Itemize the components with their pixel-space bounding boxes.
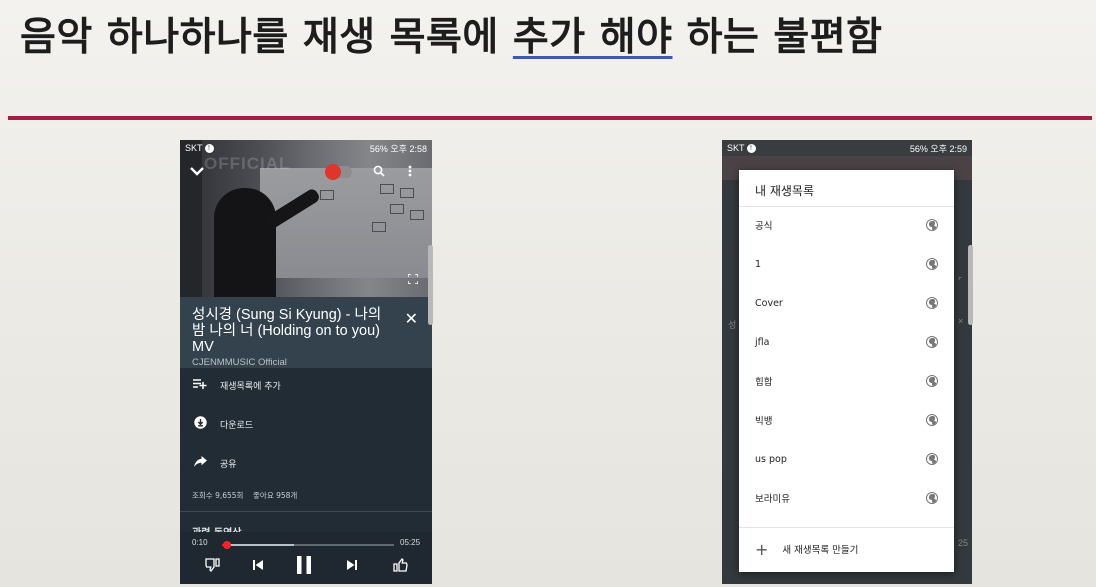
status-bar: SKT! 56% 오후 2:58	[180, 140, 432, 156]
background-fragment: 성	[728, 320, 737, 330]
view-count: 조회수 9,655회	[192, 491, 244, 500]
plus-icon: +	[755, 539, 769, 559]
fullscreen-icon[interactable]	[406, 272, 420, 286]
phone-screenshot-player: OFFICIAL SKT! 56% 오후 2:58 성시경 (Sung Si K…	[180, 140, 432, 584]
dislike-icon[interactable]	[198, 552, 226, 578]
like-count: 좋아요 958개	[253, 491, 298, 500]
duration: 05:25	[400, 538, 421, 547]
mini-player: 0:10 05:25	[180, 532, 432, 584]
slide-title: 음악 하나하나를 재생 목록에 추가 해야 하는 불편함	[20, 6, 883, 62]
playlist-item[interactable]: 보라미유	[739, 479, 954, 517]
menu-add-to-playlist-label: 재생목록에 추가	[220, 381, 281, 392]
background-fragment: ×	[958, 316, 964, 326]
title-divider	[8, 116, 1092, 120]
video-stats: 조회수 9,655회 좋아요 958개	[192, 490, 297, 501]
headphones-toggle[interactable]	[325, 164, 352, 180]
status-carrier: SKT	[185, 142, 203, 153]
playlist-item-label: 보라미유	[755, 494, 790, 505]
notification-icon: !	[204, 144, 214, 154]
dialog-title: 내 재생목록	[755, 184, 815, 198]
status-carrier-wrap: SKT!	[185, 142, 214, 154]
dialog-divider-bottom	[739, 527, 954, 528]
playlist-item-label: us pop	[755, 453, 787, 465]
playlist-item[interactable]: 빅뱅	[739, 401, 954, 439]
globe-icon	[926, 414, 938, 426]
stats-divider	[180, 511, 432, 512]
playlist-item-label: 힙합	[755, 377, 773, 388]
seek-handle[interactable]	[223, 541, 232, 549]
chevron-down-icon[interactable]	[186, 162, 208, 180]
playlist-item[interactable]: 공식	[739, 206, 954, 244]
playlist-item[interactable]: 1	[739, 245, 954, 283]
playlist-item-label: Cover	[755, 297, 783, 309]
menu-download[interactable]: 다운로드	[180, 406, 432, 442]
menu-download-label: 다운로드	[220, 420, 254, 431]
close-icon[interactable]: ✕	[405, 309, 418, 328]
playlist-item[interactable]: Cover	[739, 284, 954, 322]
globe-icon	[926, 375, 938, 387]
download-icon	[180, 416, 220, 432]
playlist-item[interactable]: 힙합	[739, 362, 954, 400]
next-icon[interactable]	[338, 552, 366, 578]
menu-add-to-playlist[interactable]: 재생목록에 추가	[180, 367, 432, 403]
menu-share[interactable]: 공유	[180, 445, 432, 481]
video-info-panel: 성시경 (Sung Si Kyung) - 나의 밤 나의 너 (Holding…	[180, 297, 432, 368]
menu-share-label: 공유	[220, 459, 237, 470]
seek-buffered	[222, 544, 295, 546]
previous-icon[interactable]	[244, 552, 272, 578]
share-icon	[180, 456, 220, 470]
playlist-item[interactable]: jfla	[739, 323, 954, 361]
slide-title-lead: 음악 하나하나를 재생 목록에	[20, 15, 499, 60]
playlist-item-label: 1	[755, 258, 762, 270]
notification-icon: !	[746, 144, 756, 154]
video-frame[interactable]: OFFICIAL	[180, 140, 432, 297]
globe-icon	[926, 219, 938, 231]
status-bar: SKT! 56% 오후 2:59	[722, 140, 972, 156]
phone-screenshot-playlist-dialog: SKT! 56% 오후 2:59 성 × ⌜ 25 내 재생목록 공식 1 Co…	[722, 140, 972, 584]
video-title: 성시경 (Sung Si Kyung) - 나의 밤 나의 너 (Holding…	[192, 307, 382, 355]
slide-title-emphasis: 추가 해야	[512, 15, 673, 60]
status-right: 56% 오후 2:58	[369, 143, 427, 154]
background-fragment: 25	[958, 538, 969, 548]
pause-icon[interactable]	[290, 552, 318, 578]
playlist-item-label: jfla	[755, 336, 770, 348]
video-watermark: OFFICIAL	[204, 154, 291, 173]
video-board	[260, 168, 432, 278]
status-right: 56% 오후 2:59	[909, 143, 967, 154]
globe-icon	[926, 336, 938, 348]
seek-bar[interactable]	[222, 544, 394, 546]
status-carrier: SKT	[727, 142, 745, 153]
more-vert-icon[interactable]	[402, 162, 418, 180]
scroll-handle[interactable]	[968, 245, 973, 325]
like-icon[interactable]	[386, 552, 414, 578]
playlist-dialog: 내 재생목록 공식 1 Cover jfla 힙합 빅뱅 us pop 보라미유…	[739, 170, 954, 572]
current-time: 0:10	[192, 538, 208, 547]
globe-icon	[926, 453, 938, 465]
search-icon[interactable]	[370, 162, 388, 180]
background-fragment: ⌜	[958, 276, 963, 286]
playlist-item-label: 공식	[755, 221, 773, 232]
playlist-item[interactable]: us pop	[739, 440, 954, 478]
new-playlist-button[interactable]: + 새 재생목록 만들기	[755, 538, 858, 560]
slide-title-tail: 하는 불편함	[686, 15, 883, 60]
globe-icon	[926, 258, 938, 270]
playlist-add-icon	[180, 378, 220, 392]
new-playlist-label: 새 재생목록 만들기	[782, 545, 859, 556]
video-person	[214, 188, 276, 297]
playlist-item-label: 빅뱅	[755, 416, 773, 427]
scroll-handle[interactable]	[428, 245, 433, 325]
status-carrier-wrap: SKT!	[727, 142, 756, 154]
globe-icon	[926, 492, 938, 504]
globe-icon	[926, 297, 938, 309]
